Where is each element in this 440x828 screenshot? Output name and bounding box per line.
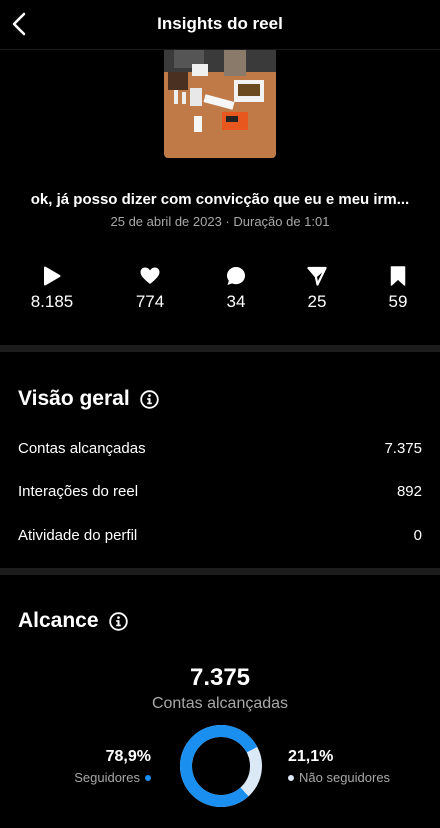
stat-shares: 25 bbox=[277, 266, 357, 312]
followers-dot bbox=[145, 774, 151, 781]
non-followers-percentage: 21,1% bbox=[288, 748, 334, 765]
stat-comments: 34 bbox=[196, 266, 276, 312]
non-followers-segment-legend: 21,1% Não seguidores bbox=[288, 748, 390, 785]
stat-plays: 8.185 bbox=[12, 266, 92, 312]
reel-meta: 25 de abril de 2023 · Duração de 1:01 bbox=[110, 214, 330, 229]
reach-heading: Alcance bbox=[18, 609, 128, 633]
reach-donut-chart bbox=[180, 725, 262, 807]
share-icon bbox=[307, 266, 327, 286]
row-label: Atividade do perfil bbox=[18, 527, 138, 544]
stat-plays-value: 8.185 bbox=[30, 292, 74, 311]
play-icon bbox=[44, 266, 61, 286]
heart-icon bbox=[140, 267, 160, 284]
engagement-stats: 8.185 774 34 25 59 bbox=[0, 266, 440, 316]
section-divider bbox=[0, 345, 440, 352]
followers-label: Seguidores bbox=[74, 770, 140, 785]
stat-shares-value: 25 bbox=[307, 292, 327, 311]
reel-caption: ok, já posso dizer com convicção que eu … bbox=[30, 191, 410, 208]
overview-row-reel-interactions[interactable]: Interações do reel 892 bbox=[18, 483, 422, 505]
row-label: Contas alcançadas bbox=[18, 440, 146, 457]
non-followers-dot bbox=[288, 774, 294, 781]
comment-icon bbox=[227, 267, 245, 285]
section-divider bbox=[0, 568, 440, 575]
info-icon[interactable] bbox=[139, 389, 159, 409]
row-label: Interações do reel bbox=[18, 483, 139, 500]
row-value: 0 bbox=[413, 527, 422, 544]
stat-likes: 774 bbox=[110, 266, 190, 312]
row-value: 892 bbox=[396, 483, 422, 500]
overview-title: Visão geral bbox=[18, 387, 130, 410]
page-title: Insights do reel bbox=[157, 14, 283, 33]
stat-saves: 59 bbox=[358, 266, 438, 312]
followers-percentage: 78,9% bbox=[105, 748, 151, 765]
overview-heading: Visão geral bbox=[18, 387, 159, 411]
info-icon[interactable] bbox=[108, 611, 128, 631]
stat-comments-value: 34 bbox=[226, 292, 246, 311]
stat-likes-value: 774 bbox=[135, 292, 165, 311]
overview-row-profile-activity[interactable]: Atividade do perfil 0 bbox=[18, 527, 422, 549]
reach-total: 7.375 bbox=[189, 664, 251, 691]
reel-thumbnail-image bbox=[164, 50, 276, 158]
reel-thumbnail[interactable] bbox=[164, 50, 276, 158]
stat-saves-value: 59 bbox=[388, 292, 408, 311]
reach-title: Alcance bbox=[18, 609, 99, 632]
top-bar: Insights do reel bbox=[0, 0, 440, 50]
overview-row-accounts-reached[interactable]: Contas alcançadas 7.375 bbox=[18, 440, 422, 462]
followers-segment-legend: 78,9% Seguidores bbox=[74, 748, 151, 785]
non-followers-label: Não seguidores bbox=[299, 770, 391, 785]
reach-total-label: Contas alcançadas bbox=[151, 695, 289, 712]
row-value: 7.375 bbox=[384, 440, 422, 457]
bookmark-icon bbox=[390, 266, 406, 286]
